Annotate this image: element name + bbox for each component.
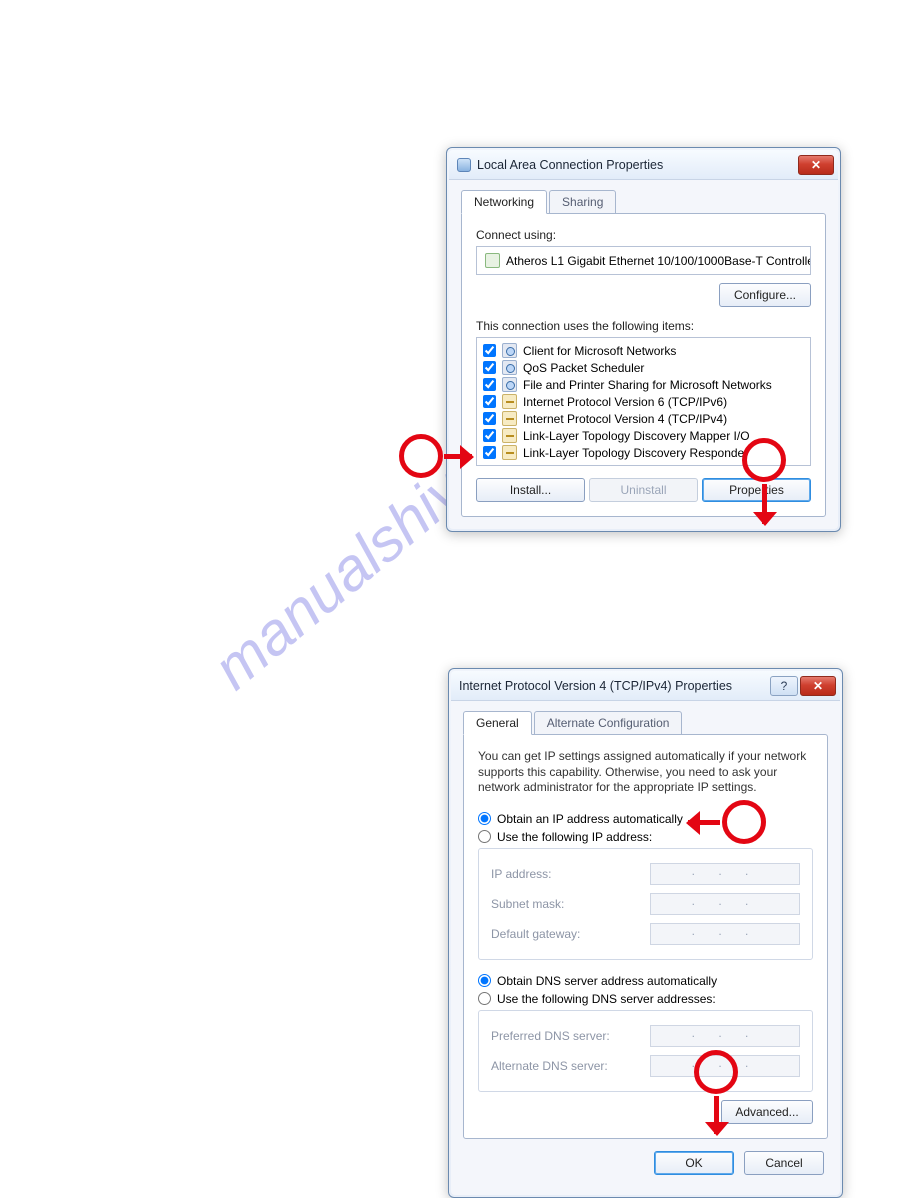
cancel-button[interactable]: Cancel	[744, 1151, 824, 1175]
tab-alternate[interactable]: Alternate Configuration	[534, 711, 683, 735]
checkbox[interactable]	[483, 361, 496, 374]
checkbox[interactable]	[483, 446, 496, 459]
tab-general[interactable]: General	[463, 711, 532, 735]
list-item[interactable]: Internet Protocol Version 6 (TCP/IPv6)	[481, 393, 806, 410]
item-label: Internet Protocol Version 6 (TCP/IPv6)	[523, 395, 727, 409]
adapter-name: Atheros L1 Gigabit Ethernet 10/100/1000B…	[506, 254, 811, 268]
radio-auto-dns-label: Obtain DNS server address automatically	[497, 974, 717, 988]
subnet-mask-label: Subnet mask:	[491, 897, 564, 911]
dialog-title: Local Area Connection Properties	[477, 158, 798, 172]
ipv6-icon	[502, 394, 517, 409]
titlebar: Internet Protocol Version 4 (TCP/IPv4) P…	[451, 671, 840, 701]
lltd-responder-icon	[502, 445, 517, 460]
protocol-list[interactable]: Client for Microsoft Networks QoS Packet…	[476, 337, 811, 466]
checkbox[interactable]	[483, 378, 496, 391]
item-label: Internet Protocol Version 4 (TCP/IPv4)	[523, 412, 727, 426]
checkbox[interactable]	[483, 412, 496, 425]
checkbox[interactable]	[483, 429, 496, 442]
properties-button[interactable]: Properties	[702, 478, 811, 502]
dialog-icon	[457, 158, 471, 172]
list-item[interactable]: Internet Protocol Version 4 (TCP/IPv4)	[481, 410, 806, 427]
list-item[interactable]: Link-Layer Topology Discovery Mapper I/O	[481, 427, 806, 444]
radio-manual-dns[interactable]	[478, 992, 491, 1005]
ok-button[interactable]: OK	[654, 1151, 734, 1175]
list-item[interactable]: Link-Layer Topology Discovery Responder	[481, 444, 806, 461]
radio-auto-ip-label: Obtain an IP address automatically	[497, 812, 683, 826]
qos-icon	[502, 360, 517, 375]
help-button[interactable]: ?	[770, 676, 798, 696]
fps-icon	[502, 377, 517, 392]
tab-sharing[interactable]: Sharing	[549, 190, 616, 214]
radio-auto-dns[interactable]	[478, 974, 491, 987]
gateway-input: . . .	[650, 923, 800, 945]
item-label: File and Printer Sharing for Microsoft N…	[523, 378, 772, 392]
dns1-label: Preferred DNS server:	[491, 1029, 610, 1043]
dialog-title: Internet Protocol Version 4 (TCP/IPv4) P…	[459, 679, 770, 693]
uninstall-button: Uninstall	[589, 478, 698, 502]
tab-networking[interactable]: Networking	[461, 190, 547, 214]
radio-manual-ip-label: Use the following IP address:	[497, 830, 652, 844]
description-text: You can get IP settings assigned automat…	[478, 749, 813, 796]
adapter-icon	[485, 253, 500, 268]
items-label: This connection uses the following items…	[476, 319, 811, 333]
subnet-mask-input: . . .	[650, 893, 800, 915]
lltd-mapper-icon	[502, 428, 517, 443]
connect-using-label: Connect using:	[476, 228, 811, 242]
close-button[interactable]: ✕	[798, 155, 834, 175]
dns2-label: Alternate DNS server:	[491, 1059, 608, 1073]
dns-fields-group: Preferred DNS server: . . . Alternate DN…	[478, 1010, 813, 1092]
ip-fields-group: IP address: . . . Subnet mask: . . . Def…	[478, 848, 813, 960]
local-area-connection-dialog: Local Area Connection Properties ✕ Netwo…	[446, 147, 841, 532]
item-label: Link-Layer Topology Discovery Mapper I/O	[523, 429, 750, 443]
gateway-label: Default gateway:	[491, 927, 580, 941]
radio-manual-ip[interactable]	[478, 830, 491, 843]
ipv4-icon	[502, 411, 517, 426]
radio-auto-ip[interactable]	[478, 812, 491, 825]
list-item[interactable]: Client for Microsoft Networks	[481, 342, 806, 359]
item-label: Client for Microsoft Networks	[523, 344, 676, 358]
ip-address-label: IP address:	[491, 867, 551, 881]
dns2-input: . . .	[650, 1055, 800, 1077]
ip-address-input: . . .	[650, 863, 800, 885]
item-label: Link-Layer Topology Discovery Responder	[523, 446, 748, 460]
checkbox[interactable]	[483, 344, 496, 357]
list-item[interactable]: QoS Packet Scheduler	[481, 359, 806, 376]
advanced-button[interactable]: Advanced...	[721, 1100, 813, 1124]
list-item[interactable]: File and Printer Sharing for Microsoft N…	[481, 376, 806, 393]
adapter-field[interactable]: Atheros L1 Gigabit Ethernet 10/100/1000B…	[476, 246, 811, 275]
item-label: QoS Packet Scheduler	[523, 361, 644, 375]
radio-manual-dns-label: Use the following DNS server addresses:	[497, 992, 716, 1006]
configure-button[interactable]: Configure...	[719, 283, 811, 307]
tcpip-properties-dialog: Internet Protocol Version 4 (TCP/IPv4) P…	[448, 668, 843, 1198]
close-button[interactable]: ✕	[800, 676, 836, 696]
titlebar: Local Area Connection Properties ✕	[449, 150, 838, 180]
checkbox[interactable]	[483, 395, 496, 408]
client-icon	[502, 343, 517, 358]
dns1-input: . . .	[650, 1025, 800, 1047]
install-button[interactable]: Install...	[476, 478, 585, 502]
